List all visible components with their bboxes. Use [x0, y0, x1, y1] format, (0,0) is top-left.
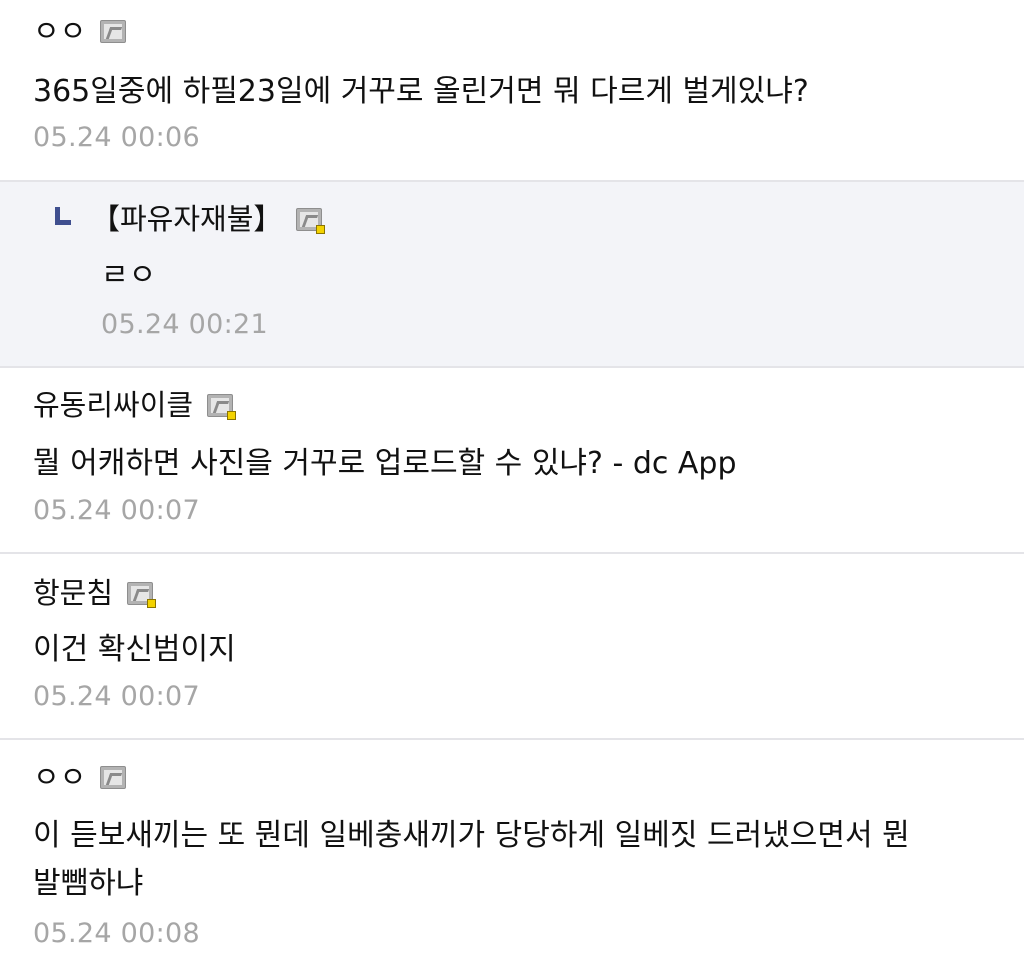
gallery-member-fixed-icon — [296, 207, 326, 234]
comment-text: 뭘 어캐하면 사진을 거꾸로 업로드할 수 있냐? - dc App — [33, 446, 737, 481]
comment-author-row: 항문침 — [33, 575, 157, 611]
comment-item: 항문침 이건 확신범이지 05.24 00:07 — [0, 554, 1024, 740]
comment-author-row: ㅇㅇ — [33, 759, 127, 795]
comment-author-row: 유동리싸이클 — [33, 387, 237, 423]
comment-date: 05.24 00:21 — [101, 309, 268, 340]
reply-arrow-icon — [55, 207, 71, 225]
gallery-member-icon — [100, 19, 127, 43]
fixed-nick-dot-icon — [147, 598, 157, 608]
comment-text: 365일중에 하필23일에 거꾸로 올린거면 뭐 다르게 벌게있냐? — [33, 74, 809, 109]
comment-date: 05.24 00:07 — [33, 495, 200, 526]
comment-author[interactable]: ㅇㅇ — [33, 13, 86, 49]
comment-text: ㄹㅇ — [101, 258, 157, 293]
fixed-nick-dot-icon — [227, 410, 237, 420]
comment-item: ㅇㅇ 이 듣보새끼는 또 뭔데 일베충새끼가 당당하게 일베짓 드러냈으면서 뭔… — [0, 740, 1024, 972]
comment-author[interactable]: ㅇㅇ — [33, 759, 86, 795]
gallery-member-icon — [100, 765, 127, 789]
comment-date: 05.24 00:07 — [33, 681, 200, 712]
comment-text: 이 듣보새끼는 또 뭔데 일베충새끼가 당당하게 일베짓 드러냈으면서 뭔 발뺌… — [33, 818, 910, 901]
comment-author-row: 【파유자재불】 — [55, 201, 326, 237]
fixed-nick-dot-icon — [316, 224, 326, 234]
gallery-member-fixed-icon — [127, 581, 157, 608]
comment-date: 05.24 00:06 — [33, 122, 200, 153]
comment-item: 유동리싸이클 뭘 어캐하면 사진을 거꾸로 업로드할 수 있냐? - dc Ap… — [0, 368, 1024, 554]
gallery-member-fixed-icon — [207, 393, 237, 420]
reply-item: 【파유자재불】 ㄹㅇ 05.24 00:21 — [0, 182, 1024, 368]
comment-date: 05.24 00:08 — [33, 918, 200, 949]
comment-author-row: ㅇㅇ — [33, 13, 127, 49]
comment-item: ㅇㅇ 365일중에 하필23일에 거꾸로 올린거면 뭐 다르게 벌게있냐? 05… — [0, 0, 1024, 182]
comment-author[interactable]: 항문침 — [33, 575, 113, 611]
comment-text: 이건 확신범이지 — [33, 632, 236, 667]
comment-author[interactable]: 유동리싸이클 — [33, 387, 193, 423]
comment-author[interactable]: 【파유자재불】 — [91, 201, 282, 237]
